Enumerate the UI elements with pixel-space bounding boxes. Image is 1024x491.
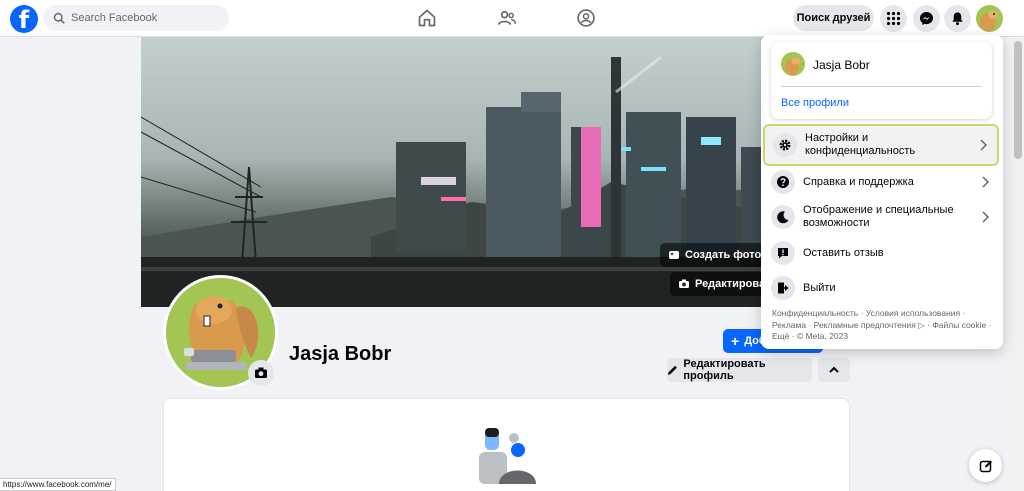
home-icon[interactable] [414, 6, 440, 30]
new-message-button[interactable] [969, 449, 1002, 482]
cover-photo-icon [669, 251, 679, 259]
chevron-up-icon [829, 366, 839, 373]
gear-icon [773, 133, 797, 157]
menu-grid-icon[interactable] [880, 5, 907, 32]
search-input[interactable] [71, 12, 221, 24]
page-scrollbar[interactable] [1012, 37, 1024, 491]
menu-avatar [781, 52, 805, 76]
edit-profile-button[interactable]: Редактировать профиль [667, 358, 812, 382]
plus-icon: + [731, 333, 740, 349]
feedback-icon [771, 241, 795, 265]
all-profiles-link[interactable]: Все профили [781, 97, 849, 109]
messenger-icon[interactable] [913, 5, 940, 32]
menu-item-settings-privacy[interactable]: Настройки и конфиденциальность [763, 124, 999, 166]
menu-item-label: Справка и поддержка [803, 175, 914, 188]
menu-item-label: Выйти [803, 281, 836, 294]
browser-status-url: https://www.facebook.com/me/ [0, 478, 116, 491]
account-menu-dropdown: Jasja Bobr Все профили Настройки и конфи… [761, 35, 1003, 349]
people-illustration [479, 428, 536, 484]
menu-item-give-feedback[interactable]: Оставить отзыв [763, 238, 999, 268]
menu-footer-links[interactable]: Конфиденциальность · Условия использован… [772, 308, 994, 343]
menu-user-name: Jasja Bobr [813, 58, 870, 72]
menu-item-label: Оставить отзыв [803, 246, 884, 259]
groups-icon[interactable] [573, 6, 599, 30]
chevron-right-icon [980, 139, 988, 151]
compose-icon [979, 460, 992, 472]
menu-item-label: Настройки и конфиденциальность [805, 132, 916, 157]
notifications-bell-icon[interactable] [944, 5, 971, 32]
chevron-right-icon [982, 211, 990, 223]
search-icon [53, 12, 65, 24]
menu-item-display-accessibility[interactable]: Отображение и специальные возможности [763, 199, 999, 235]
camera-icon [255, 367, 267, 378]
menu-item-help-support[interactable]: Справка и поддержка [763, 168, 999, 196]
camera-icon [679, 279, 689, 288]
scrollbar-thumb[interactable] [1014, 41, 1022, 159]
pencil-icon [667, 365, 677, 375]
find-friends-button[interactable]: Поиск друзей [793, 5, 874, 31]
profile-name: Jasja Bobr [289, 343, 392, 365]
update-profile-picture-button[interactable] [248, 360, 274, 386]
menu-profile-card[interactable]: Jasja Bobr Все профили [771, 42, 992, 119]
account-avatar[interactable] [976, 5, 1003, 32]
search-box[interactable] [43, 5, 229, 31]
top-navigation-bar: f Поиск друзей [0, 0, 1024, 37]
facebook-logo[interactable]: f [10, 5, 38, 33]
content-card [163, 398, 850, 491]
menu-item-label: Отображение и специальные возможности [803, 204, 954, 229]
chevron-right-icon [982, 176, 990, 188]
question-icon [771, 170, 795, 194]
edit-profile-label: Редактировать профиль [683, 358, 766, 382]
menu-divider [781, 86, 982, 87]
collapse-button[interactable] [818, 358, 850, 382]
menu-item-log-out[interactable]: Выйти [763, 273, 999, 303]
moon-icon [771, 205, 795, 229]
friends-icon[interactable] [494, 6, 520, 30]
logout-icon [771, 276, 795, 300]
